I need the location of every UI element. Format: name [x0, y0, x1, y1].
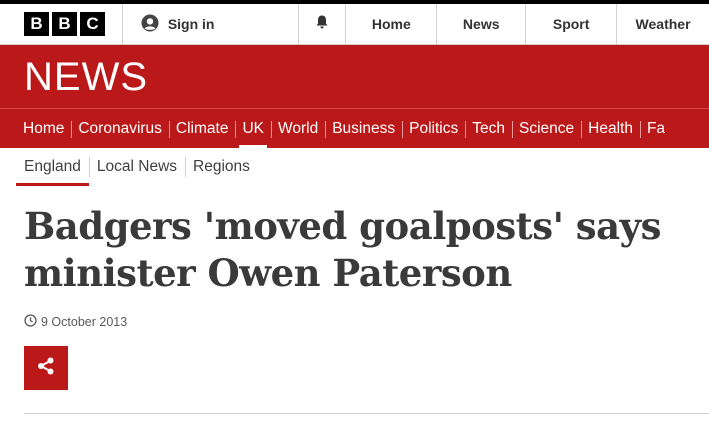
- top-link-sport[interactable]: Sport: [526, 4, 618, 44]
- bbc-logo-letter-b1: B: [24, 12, 49, 36]
- main-nav: Home Coronavirus Climate UK World Busine…: [0, 108, 709, 148]
- nav-item-tech[interactable]: Tech: [465, 109, 512, 148]
- nav-item-politics[interactable]: Politics: [402, 109, 465, 148]
- content-divider: [24, 413, 709, 414]
- top-link-home[interactable]: Home: [346, 4, 438, 44]
- nav-item-coronavirus[interactable]: Coronavirus: [71, 109, 169, 148]
- nav-item-health[interactable]: Health: [581, 109, 640, 148]
- sign-in-label: Sign in: [167, 16, 215, 32]
- nav-item-world[interactable]: World: [271, 109, 325, 148]
- news-masthead: NEWS: [0, 45, 709, 108]
- account-icon: [141, 14, 159, 35]
- clock-icon: [24, 314, 37, 330]
- notifications-button[interactable]: [299, 4, 347, 44]
- nav-item-family[interactable]: Fa: [639, 109, 672, 148]
- share-button[interactable]: [24, 346, 68, 390]
- share-icon: [36, 356, 56, 381]
- sign-in-button[interactable]: Sign in: [123, 4, 299, 44]
- news-logo[interactable]: NEWS: [24, 57, 148, 97]
- sub-nav-england[interactable]: England: [16, 148, 89, 186]
- sub-nav-regions[interactable]: Regions: [185, 148, 258, 186]
- article-date-text: 9 October 2013: [41, 315, 128, 329]
- bell-icon: [314, 14, 330, 35]
- bbc-logo[interactable]: B B C: [0, 4, 123, 44]
- top-link-weather[interactable]: Weather: [617, 4, 709, 44]
- article-date: 9 October 2013: [24, 314, 127, 330]
- nav-item-climate[interactable]: Climate: [168, 109, 236, 148]
- bbc-logo-letter-c: C: [80, 12, 105, 36]
- bbc-logo-letter-b2: B: [52, 12, 77, 36]
- nav-item-uk[interactable]: UK: [235, 109, 271, 148]
- sub-nav: England Local News Regions: [16, 148, 258, 186]
- top-link-news[interactable]: News: [437, 4, 527, 44]
- nav-item-business[interactable]: Business: [325, 109, 402, 148]
- article-headline: Badgers 'moved goalposts' says minister …: [24, 204, 661, 295]
- nav-item-science[interactable]: Science: [511, 109, 581, 148]
- sub-nav-local-news[interactable]: Local News: [88, 148, 185, 186]
- top-bar: B B C Sign in Home News Sport Weather: [0, 0, 709, 45]
- nav-item-home[interactable]: Home: [16, 109, 71, 148]
